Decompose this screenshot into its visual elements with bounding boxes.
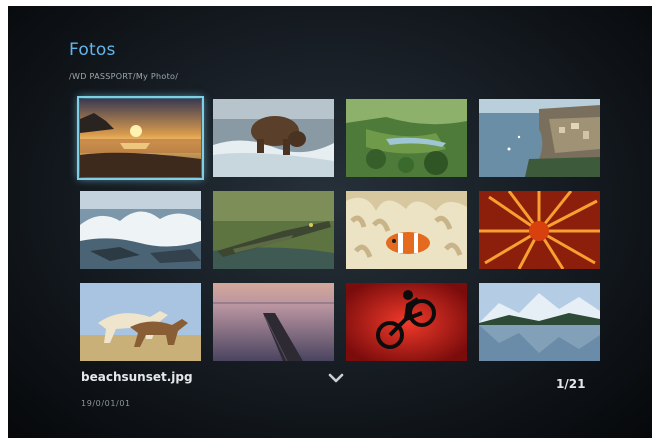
coastal-town-photo <box>479 99 600 177</box>
beach-sunset-photo <box>80 99 201 177</box>
thumbnail-horses[interactable] <box>80 283 201 361</box>
thumbnail-mountain-lake[interactable] <box>479 283 600 361</box>
breadcrumb-path: /WD PASSPORT/My Photo/ <box>69 72 179 81</box>
ocean-waves-photo <box>80 191 201 269</box>
thumbnail-red-sea-creature[interactable] <box>479 191 600 269</box>
thumbnail-coastal-town[interactable] <box>479 99 600 177</box>
bmx-rider-photo <box>346 283 467 361</box>
thumbnail-bear[interactable] <box>213 99 334 177</box>
clownfish-anemone-photo <box>346 191 467 269</box>
page-title: Fotos <box>69 40 116 60</box>
lake-pier-photo <box>213 283 334 361</box>
selected-filename: beachsunset.jpg <box>81 370 193 384</box>
thumbnail-bmx-rider[interactable] <box>346 283 467 361</box>
thumbnail-aerial-landscape[interactable] <box>346 99 467 177</box>
thumbnail-lake-pier[interactable] <box>213 283 334 361</box>
thumbnail-beach-sunset[interactable] <box>77 96 204 180</box>
thumbnail-ocean-waves[interactable] <box>80 191 201 269</box>
aerial-landscape-photo <box>346 99 467 177</box>
thumbnail-crocodile[interactable] <box>213 191 334 269</box>
thumbnail-clownfish[interactable] <box>346 191 467 269</box>
red-sea-creature-photo <box>479 191 600 269</box>
page-counter: 1/21 <box>556 377 586 391</box>
horses-running-photo <box>80 283 201 361</box>
chevron-down-icon[interactable] <box>327 370 345 383</box>
photo-grid <box>77 96 600 361</box>
crocodile-photo <box>213 191 334 269</box>
photo-browser-screen: Fotos /WD PASSPORT/My Photo/ beachsunset… <box>8 6 652 438</box>
bear-in-river-photo <box>213 99 334 177</box>
selected-file-date: 19/0/01/01 <box>81 399 131 408</box>
mountain-lake-photo <box>479 283 600 361</box>
